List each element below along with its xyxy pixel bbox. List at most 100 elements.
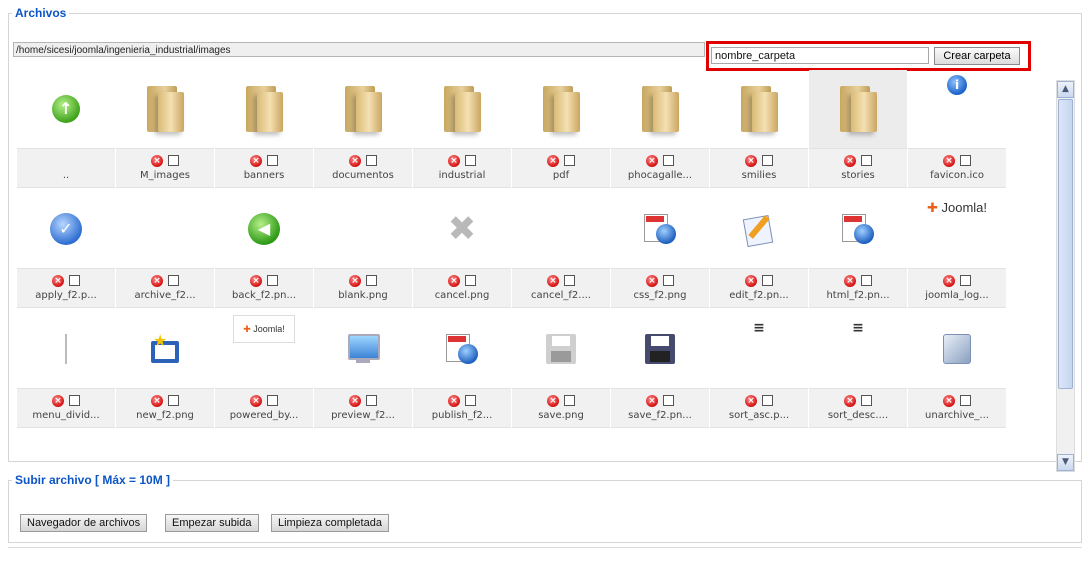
select-checkbox[interactable]: [762, 395, 773, 406]
delete-icon[interactable]: ×: [844, 154, 856, 167]
delete-icon[interactable]: ×: [547, 274, 559, 287]
select-checkbox[interactable]: [69, 395, 80, 406]
file-item[interactable]: × stories: [809, 70, 907, 189]
delete-icon[interactable]: ×: [349, 154, 361, 167]
file-thumbnail[interactable]: ≡: [710, 310, 808, 388]
file-thumbnail[interactable]: [512, 70, 610, 148]
select-checkbox[interactable]: [960, 275, 971, 286]
select-checkbox[interactable]: [168, 155, 179, 166]
delete-icon[interactable]: ×: [745, 394, 757, 407]
delete-icon[interactable]: ×: [745, 154, 757, 167]
delete-icon[interactable]: ×: [250, 154, 262, 167]
file-item[interactable]: × blank.png: [314, 190, 412, 309]
file-thumbnail[interactable]: [710, 190, 808, 268]
select-checkbox[interactable]: [960, 155, 971, 166]
file-item[interactable]: ✚ Joomla! × powered_by...: [215, 310, 313, 429]
scroll-down-icon[interactable]: ▼: [1057, 454, 1074, 471]
file-thumbnail[interactable]: ↑: [17, 70, 115, 148]
file-item[interactable]: ≡ × sort_desc....: [809, 310, 907, 429]
file-thumbnail[interactable]: ✓: [17, 190, 115, 268]
file-thumbnail[interactable]: ✖: [413, 190, 511, 268]
file-thumbnail[interactable]: [809, 70, 907, 148]
file-thumbnail[interactable]: [512, 310, 610, 388]
file-thumbnail[interactable]: [710, 70, 808, 148]
select-checkbox[interactable]: [465, 275, 476, 286]
delete-icon[interactable]: ×: [943, 274, 955, 287]
select-checkbox[interactable]: [267, 395, 278, 406]
delete-icon[interactable]: ×: [151, 274, 163, 287]
delete-icon[interactable]: ×: [250, 274, 262, 287]
file-item[interactable]: × M_images: [116, 70, 214, 189]
delete-icon[interactable]: ×: [448, 154, 460, 167]
file-item[interactable]: × publish_f2...: [413, 310, 511, 429]
file-thumbnail[interactable]: [314, 70, 412, 148]
delete-icon[interactable]: ×: [646, 394, 658, 407]
file-thumbnail[interactable]: ★: [116, 310, 214, 388]
delete-icon[interactable]: ×: [250, 394, 262, 407]
browse-files-button[interactable]: Navegador de archivos: [20, 514, 148, 532]
select-checkbox[interactable]: [564, 275, 575, 286]
select-checkbox[interactable]: [465, 155, 476, 166]
file-thumbnail[interactable]: [611, 190, 709, 268]
file-item[interactable]: × menu_divid...: [17, 310, 115, 429]
file-thumbnail[interactable]: [215, 70, 313, 148]
delete-icon[interactable]: ×: [943, 154, 955, 167]
file-item[interactable]: × html_f2.pn...: [809, 190, 907, 309]
file-thumbnail[interactable]: [314, 190, 412, 268]
select-checkbox[interactable]: [564, 395, 575, 406]
delete-icon[interactable]: ×: [547, 154, 559, 167]
delete-icon[interactable]: ×: [646, 154, 658, 167]
file-thumbnail[interactable]: [809, 190, 907, 268]
delete-icon[interactable]: ×: [646, 274, 658, 287]
file-item[interactable]: × save_f2.pn...: [611, 310, 709, 429]
delete-icon[interactable]: ×: [745, 274, 757, 287]
file-item[interactable]: × cancel_f2....: [512, 190, 610, 309]
select-checkbox[interactable]: [366, 395, 377, 406]
select-checkbox[interactable]: [465, 395, 476, 406]
file-item[interactable]: ★ × new_f2.png: [116, 310, 214, 429]
file-item[interactable]: × phocagalle...: [611, 70, 709, 189]
file-item[interactable]: [17, 430, 115, 460]
select-checkbox[interactable]: [663, 395, 674, 406]
file-thumbnail[interactable]: [116, 70, 214, 148]
delete-icon[interactable]: ×: [349, 274, 361, 287]
scroll-up-icon[interactable]: ▲: [1057, 81, 1074, 98]
file-thumbnail[interactable]: ✚ Joomla!: [215, 310, 313, 388]
delete-icon[interactable]: ×: [448, 274, 460, 287]
file-thumbnail[interactable]: ≡: [809, 310, 907, 388]
select-checkbox[interactable]: [366, 275, 377, 286]
delete-icon[interactable]: ×: [151, 154, 163, 167]
select-checkbox[interactable]: [663, 275, 674, 286]
file-thumbnail[interactable]: [413, 70, 511, 148]
select-checkbox[interactable]: [762, 155, 773, 166]
delete-icon[interactable]: ×: [52, 394, 64, 407]
select-checkbox[interactable]: [564, 155, 575, 166]
file-thumbnail[interactable]: [611, 70, 709, 148]
select-checkbox[interactable]: [267, 275, 278, 286]
start-upload-button[interactable]: Empezar subida: [165, 514, 259, 532]
file-item[interactable]: × preview_f2...: [314, 310, 412, 429]
select-checkbox[interactable]: [168, 275, 179, 286]
file-item[interactable]: [116, 430, 214, 460]
delete-icon[interactable]: ×: [448, 394, 460, 407]
select-checkbox[interactable]: [267, 155, 278, 166]
file-thumbnail[interactable]: ◀: [215, 190, 313, 268]
delete-icon[interactable]: ×: [349, 394, 361, 407]
select-checkbox[interactable]: [168, 395, 179, 406]
select-checkbox[interactable]: [69, 275, 80, 286]
file-item[interactable]: × banners: [215, 70, 313, 189]
file-item[interactable]: ≡ × sort_asc.p...: [710, 310, 808, 429]
file-thumbnail[interactable]: [908, 310, 1006, 388]
file-thumbnail[interactable]: [17, 430, 115, 460]
file-item[interactable]: × css_f2.png: [611, 190, 709, 309]
file-item[interactable]: × edit_f2.pn...: [710, 190, 808, 309]
file-item[interactable]: ◀ × back_f2.pn...: [215, 190, 313, 309]
file-item[interactable]: × archive_f2...: [116, 190, 214, 309]
delete-icon[interactable]: ×: [547, 394, 559, 407]
delete-icon[interactable]: ×: [52, 274, 64, 287]
file-item[interactable]: ✖ × cancel.png: [413, 190, 511, 309]
delete-icon[interactable]: ×: [844, 394, 856, 407]
file-item[interactable]: × industrial: [413, 70, 511, 189]
folder-name-input[interactable]: [711, 47, 929, 64]
file-item[interactable]: × save.png: [512, 310, 610, 429]
